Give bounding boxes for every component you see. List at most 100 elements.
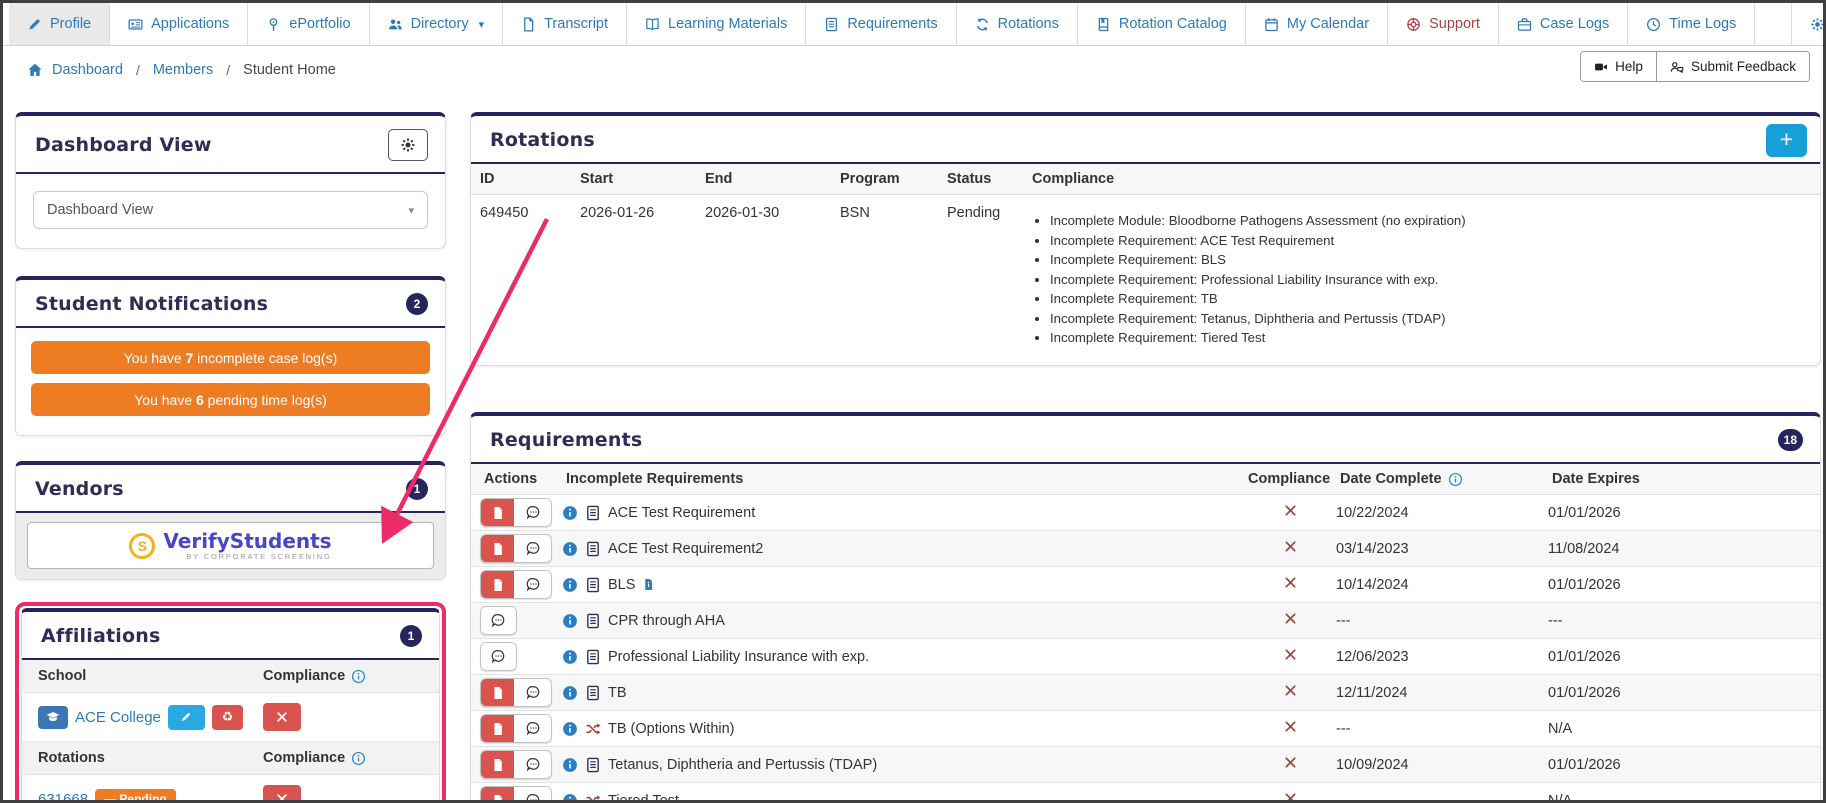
date-expires: 01/01/2026 [1548,648,1621,665]
help-button[interactable]: Help [1581,52,1656,81]
requirement-name[interactable]: ACE Test Requirement2 [608,541,763,557]
feedback-label: Submit Feedback [1690,59,1796,74]
edit-school-button[interactable] [167,704,205,730]
comment-button[interactable] [481,607,516,634]
tab-rotations[interactable]: Rotations [957,3,1078,45]
requirement-name[interactable]: Professional Liability Insurance with ex… [608,649,869,665]
tab-profile[interactable]: Profile [9,3,111,45]
upload-document-button[interactable] [481,715,516,742]
info-icon[interactable] [562,721,578,737]
info-icon[interactable] [351,751,366,766]
requirement-name[interactable]: ACE Test Requirement [608,505,755,521]
info-icon[interactable] [562,613,578,629]
requirement-name[interactable]: CPR through AHA [608,613,725,629]
rotation-id-link[interactable]: 631668 [38,791,88,801]
clock-icon [1646,17,1661,32]
pending-time-logs-alert[interactable]: You have 6 pending time log(s) [31,383,430,416]
tab-label: Directory [410,16,469,32]
requirement-name[interactable]: BLS [608,577,635,593]
noncompliant-x-icon [1283,755,1298,770]
tab-rotation-catalog[interactable]: Rotation Catalog [1078,3,1246,45]
tab-time-logs[interactable]: Time Logs [1628,3,1756,45]
comment-button[interactable] [516,715,551,742]
dashboard-view-select[interactable]: Dashboard View ▾ [33,191,428,229]
col-program: Program [840,171,900,187]
date-expires: 01/01/2026 [1548,504,1621,521]
vendors-count-badge: 1 [406,478,428,500]
tab-directory[interactable]: Directory ▾ [370,3,504,45]
submit-feedback-button[interactable]: Submit Feedback [1655,52,1809,81]
gear-icon [400,137,416,153]
rotation-noncompliant-button[interactable] [263,785,301,800]
comment-button[interactable] [516,499,551,526]
requirement-type-icon [585,793,601,800]
comment-button[interactable] [481,643,516,670]
tab-transcript[interactable]: Transcript [503,3,628,45]
school-noncompliant-button[interactable] [263,703,301,731]
comment-button[interactable] [516,571,551,598]
info-icon[interactable] [562,541,578,557]
info-icon[interactable] [562,757,578,773]
breadcrumb-dashboard[interactable]: Dashboard [52,62,123,78]
info-icon[interactable] [1448,472,1463,487]
date-complete: --- [1336,612,1351,629]
comment-button[interactable] [516,535,551,562]
tab-label: Learning Materials [668,16,788,32]
main-content: Rotations + ID Start End Program Status … [470,112,1821,801]
tab-applications[interactable]: Applications [110,3,249,45]
vendor-logo-text: VerifyStudents [163,528,332,553]
upload-document-button[interactable] [481,751,516,778]
tab-label: My Calendar [1286,16,1370,32]
info-icon[interactable] [562,793,578,800]
info-icon[interactable] [351,669,366,684]
tab-learning-materials[interactable]: Learning Materials [627,3,807,45]
pin-icon [266,17,281,32]
tab-my-calendar[interactable]: My Calendar [1246,3,1389,45]
gear-icon [1810,17,1823,32]
file-icon [521,16,536,32]
requirement-name[interactable]: TB (Options Within) [608,721,735,737]
tab-requirements[interactable]: Requirements [806,3,957,45]
upload-document-button[interactable] [481,787,516,800]
calendar-icon [1264,17,1279,32]
dashboard-settings-button[interactable] [388,129,428,161]
info-icon[interactable] [562,649,578,665]
rotation-row: 649450 2026-01-26 2026-01-30 BSN Pending… [471,195,1820,365]
sync-icon [975,17,990,32]
info-icon[interactable] [562,685,578,701]
requirement-name[interactable]: TB [608,685,627,701]
breadcrumb-members[interactable]: Members [153,62,213,78]
tab-support[interactable]: Support [1388,3,1499,45]
upload-document-button[interactable] [481,679,516,706]
tab-label: ePortfolio [289,16,351,32]
upload-document-button[interactable] [481,535,516,562]
upload-document-button[interactable] [481,571,516,598]
file-icon [491,578,505,592]
noncompliant-x-icon [1283,539,1298,554]
vendors-card: Vendors 1 S VerifyStudents BY CORPORATE … [15,461,446,580]
comment-button[interactable] [516,787,551,800]
briefcase-icon [1517,17,1532,32]
incomplete-case-logs-alert[interactable]: You have 7 incomplete case log(s) [31,341,430,374]
comment-button[interactable] [516,751,551,778]
add-rotation-button[interactable]: + [1766,124,1807,157]
requirement-name[interactable]: Tetanus, Diphtheria and Pertussis (TDAP) [608,757,877,773]
verify-students-vendor-link[interactable]: S VerifyStudents BY CORPORATE SCREENING [27,522,434,569]
help-label: Help [1615,59,1643,74]
home-icon[interactable] [27,62,43,78]
feedback-icon [1670,60,1684,74]
upload-document-button[interactable] [481,499,516,526]
tab-more[interactable]: More ▾ [1792,3,1823,45]
requirements-card: Requirements 18 Actions Incomplete Requi… [470,412,1821,801]
info-icon[interactable] [562,505,578,521]
tab-eportfolio[interactable]: ePortfolio [248,3,370,45]
tab-case-logs[interactable]: Case Logs [1499,3,1629,45]
school-link[interactable]: ACE College [75,709,161,726]
remove-school-button[interactable]: ♻ [211,704,243,730]
affiliations-highlight-box: Affiliations 1 School Compliance ACE Col… [15,602,446,801]
requirement-name[interactable]: Tiered Test [608,793,679,801]
comment-button[interactable] [516,679,551,706]
info-icon[interactable] [562,577,578,593]
date-expires: --- [1548,612,1563,629]
doc-lines-icon [824,17,839,32]
